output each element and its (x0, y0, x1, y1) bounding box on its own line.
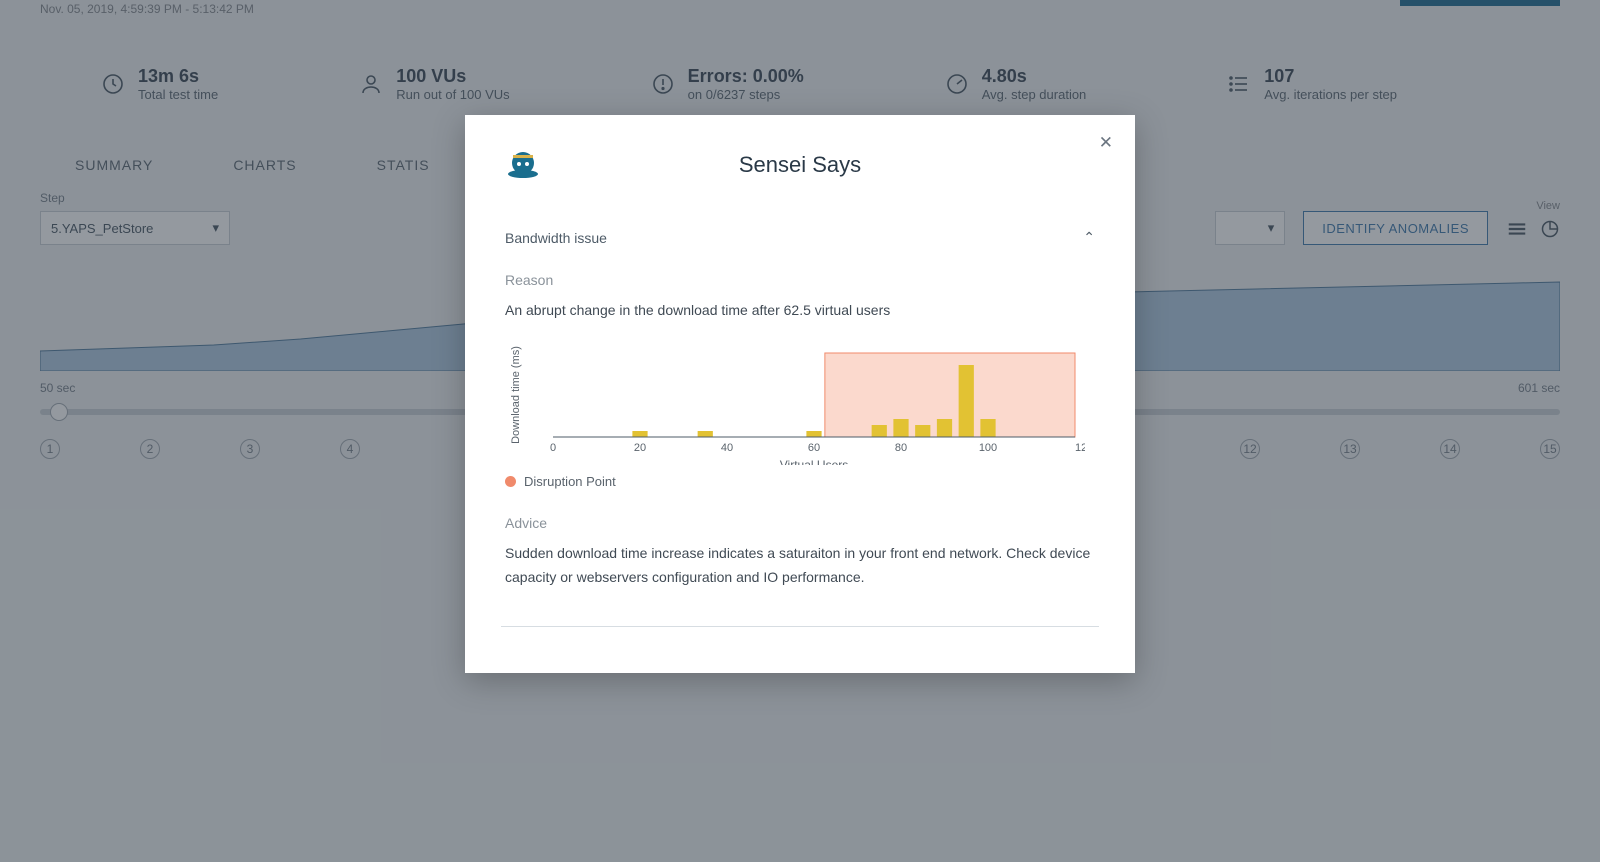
dashboard-page: Nov. 05, 2019, 4:59:39 PM - 5:13:42 PM 1… (0, 0, 1600, 862)
chevron-up-icon: ⌃ (1083, 229, 1095, 246)
issue-title: Bandwidth issue (505, 230, 607, 246)
svg-text:80: 80 (895, 442, 907, 454)
advice-text: Sudden download time increase indicates … (501, 541, 1099, 590)
legend-dot-icon (505, 476, 516, 487)
svg-text:Download time (ms): Download time (ms) (510, 346, 522, 444)
issue-section-header[interactable]: Bandwidth issue ⌃ (501, 229, 1099, 246)
svg-text:60: 60 (808, 442, 820, 454)
close-icon[interactable]: ✕ (1099, 133, 1113, 153)
reason-label: Reason (501, 272, 1099, 288)
disruption-chart: 0 20 40 60 80 100 12 Virtual Users Download time… (501, 345, 1099, 470)
chart-legend: Disruption Point (501, 474, 1099, 489)
svg-text:12: 12 (1075, 442, 1085, 454)
svg-text:20: 20 (634, 442, 646, 454)
svg-text:0: 0 (550, 442, 556, 454)
sensei-logo-icon (501, 143, 545, 187)
divider (501, 626, 1099, 627)
legend-label: Disruption Point (524, 474, 616, 489)
advice-label: Advice (501, 515, 1099, 531)
reason-text: An abrupt change in the download time af… (501, 298, 1099, 323)
svg-text:40: 40 (721, 442, 733, 454)
sensei-modal: ✕ Sensei Says Bandwidth issue ⌃ Reason A… (465, 115, 1135, 673)
svg-text:Virtual Users: Virtual Users (780, 458, 848, 465)
svg-text:100: 100 (979, 442, 997, 454)
modal-title: Sensei Says (565, 152, 1035, 178)
modal-overlay[interactable]: ✕ Sensei Says Bandwidth issue ⌃ Reason A… (0, 0, 1600, 862)
